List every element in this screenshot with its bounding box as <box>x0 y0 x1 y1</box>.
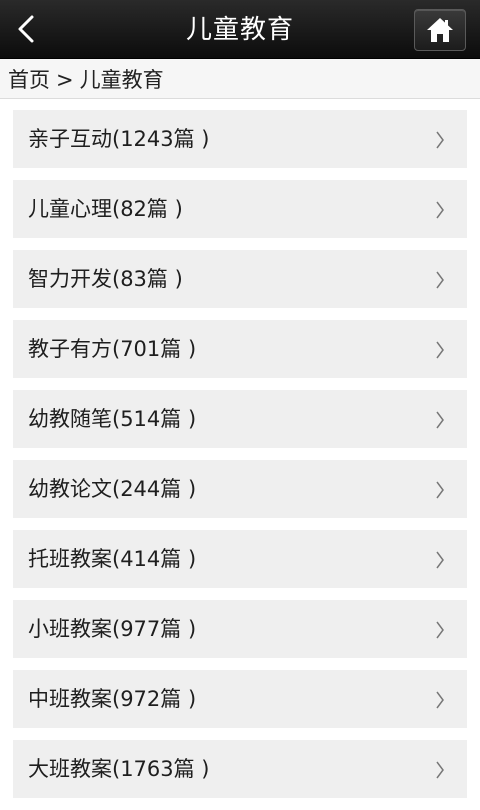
breadcrumb: 首页 > 儿童教育 <box>0 59 480 99</box>
category-label: 亲子互动(1243篇 ) <box>28 127 210 151</box>
category-item-tuoban-jiaoan[interactable]: 托班教案(414篇 ) <box>13 530 467 588</box>
category-label: 大班教案(1763篇 ) <box>28 757 210 781</box>
category-item-youjiao-suibi[interactable]: 幼教随笔(514篇 ) <box>13 390 467 448</box>
chevron-right-icon <box>436 691 444 709</box>
breadcrumb-home-link[interactable]: 首页 <box>8 68 50 92</box>
chevron-right-icon <box>436 271 444 289</box>
chevron-right-icon <box>436 761 444 779</box>
chevron-right-icon <box>436 621 444 639</box>
category-label: 儿童心理(82篇 ) <box>28 197 183 221</box>
chevron-right-icon <box>436 481 444 499</box>
category-item-jiaozi-youfang[interactable]: 教子有方(701篇 ) <box>13 320 467 378</box>
page-title: 儿童教育 <box>185 15 294 45</box>
category-label: 中班教案(972篇 ) <box>28 687 197 711</box>
category-list: 亲子互动(1243篇 ) 儿童心理(82篇 ) 智力开发(83篇 ) 教子有方(… <box>13 110 467 810</box>
category-item-qinzi-hudong[interactable]: 亲子互动(1243篇 ) <box>13 110 467 168</box>
chevron-right-icon <box>436 201 444 219</box>
breadcrumb-current: 儿童教育 <box>79 68 164 92</box>
category-label: 智力开发(83篇 ) <box>28 267 183 291</box>
chevron-right-icon <box>436 131 444 149</box>
chevron-right-icon <box>436 341 444 359</box>
category-label: 小班教案(977篇 ) <box>28 617 197 641</box>
home-icon <box>427 18 453 42</box>
category-label: 幼教论文(244篇 ) <box>28 477 197 501</box>
home-button[interactable] <box>414 9 466 51</box>
chevron-left-icon <box>18 15 34 43</box>
category-item-zhongban-jiaoan[interactable]: 中班教案(972篇 ) <box>13 670 467 728</box>
chevron-right-icon <box>436 411 444 429</box>
category-label: 幼教随笔(514篇 ) <box>28 407 197 431</box>
category-item-xiaoban-jiaoan[interactable]: 小班教案(977篇 ) <box>13 600 467 658</box>
top-navigation-bar: 儿童教育 <box>0 0 480 59</box>
category-item-youjiao-lunwen[interactable]: 幼教论文(244篇 ) <box>13 460 467 518</box>
category-label: 托班教案(414篇 ) <box>28 547 197 571</box>
category-item-daban-jiaoan[interactable]: 大班教案(1763篇 ) <box>13 740 467 798</box>
category-item-zhili-kaifa[interactable]: 智力开发(83篇 ) <box>13 250 467 308</box>
category-item-ertong-xinli[interactable]: 儿童心理(82篇 ) <box>13 180 467 238</box>
back-button[interactable] <box>8 9 48 49</box>
category-label: 教子有方(701篇 ) <box>28 337 197 361</box>
breadcrumb-separator: > <box>56 68 74 92</box>
chevron-right-icon <box>436 551 444 569</box>
